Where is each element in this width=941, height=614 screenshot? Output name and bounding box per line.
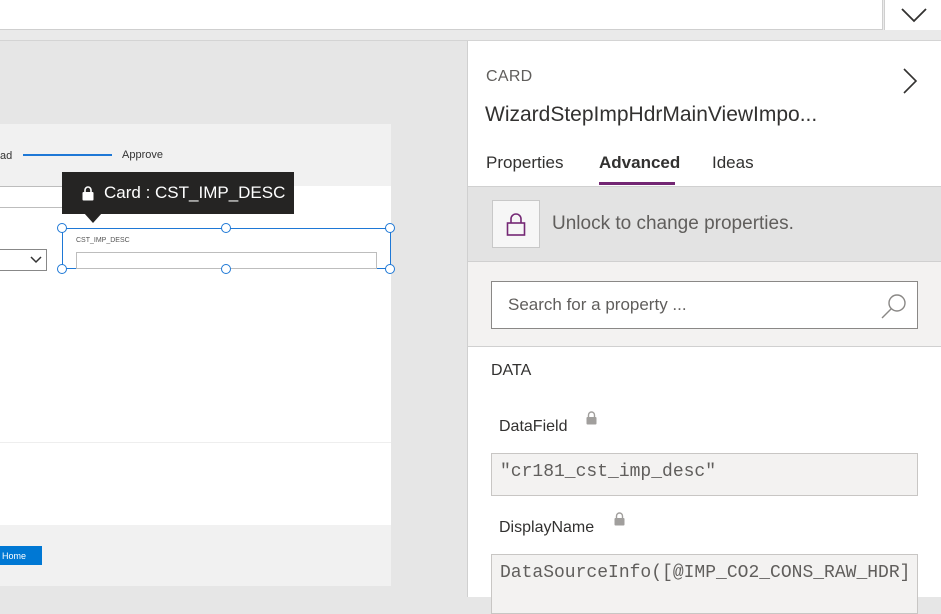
panel-control-name: WizardStepImpHdrMainViewImpo... [485, 103, 818, 126]
lock-icon [614, 512, 625, 531]
active-tab-indicator [599, 182, 675, 185]
tooltip-pointer [84, 213, 102, 223]
unlock-message: Unlock to change properties. [552, 213, 794, 234]
resize-handle-top-center[interactable] [221, 223, 231, 233]
resize-handle-bottom-left[interactable] [57, 264, 67, 274]
lock-icon [82, 185, 94, 201]
panel-control-type: CARD [486, 68, 533, 85]
formula-bar [0, 0, 941, 41]
property-value-datafield[interactable]: "cr181_cst_imp_desc" [491, 453, 918, 496]
resize-handle-top-right[interactable] [385, 223, 395, 233]
unlock-button[interactable] [492, 200, 540, 248]
resize-handle-top-left[interactable] [57, 223, 67, 233]
formula-input[interactable] [0, 0, 883, 30]
property-search-box[interactable] [491, 281, 918, 329]
resize-handle-bottom-center[interactable] [221, 264, 231, 274]
lock-icon [506, 213, 526, 236]
stepper-connector [23, 154, 112, 156]
form-divider [0, 442, 391, 443]
chevron-down-icon [30, 256, 42, 264]
property-label-datafield: DataField [499, 418, 568, 435]
chevron-down-icon [900, 8, 927, 23]
section-heading-data: DATA [491, 362, 532, 379]
tab-ideas[interactable]: Ideas [712, 153, 754, 173]
tab-properties[interactable]: Properties [486, 153, 563, 173]
canvas-area: ad Approve Home CST_IMP_DESC Card : CST_… [0, 41, 466, 597]
unlock-banner: Unlock to change properties. [468, 186, 941, 262]
search-input[interactable] [506, 294, 870, 316]
stepper-step-approve: Approve [122, 149, 163, 161]
selected-card[interactable]: CST_IMP_DESC [62, 228, 391, 269]
tab-advanced[interactable]: Advanced [599, 153, 680, 173]
home-button[interactable]: Home [0, 546, 42, 565]
property-value-displayname[interactable]: DataSourceInfo([@IMP_CO2_CONS_RAW_HDR] [491, 554, 918, 614]
card-field-label: CST_IMP_DESC [76, 237, 130, 244]
properties-panel: CARD WizardStepImpHdrMainViewImpo... Pro… [467, 41, 941, 614]
property-search-area [468, 262, 941, 347]
form-dropdown[interactable] [0, 249, 47, 271]
tooltip-text: Card : CST_IMP_DESC [104, 183, 286, 202]
stepper-step-previous: ad [0, 150, 13, 162]
chevron-right-icon[interactable] [902, 67, 918, 100]
control-tooltip: Card : CST_IMP_DESC [62, 172, 294, 214]
resize-handle-bottom-right[interactable] [385, 264, 395, 274]
lock-icon [586, 411, 597, 430]
formula-expand-button[interactable] [884, 0, 941, 30]
property-label-displayname: DisplayName [499, 519, 595, 536]
search-icon[interactable] [880, 292, 908, 325]
